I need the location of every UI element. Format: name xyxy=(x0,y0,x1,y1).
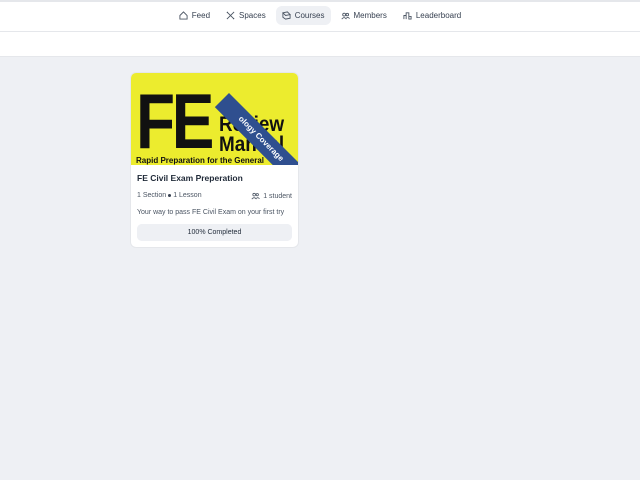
course-title[interactable]: FE Civil Exam Preperation xyxy=(137,173,292,183)
separator-dot xyxy=(168,193,172,197)
course-meta: 1 Section 1 Lesson 1 student xyxy=(137,192,292,200)
nav-label-feed: Feed xyxy=(191,11,211,20)
nav-label-courses: Courses xyxy=(294,11,325,20)
nav-item-feed[interactable]: Feed xyxy=(173,6,216,25)
courses-icon xyxy=(281,11,291,20)
course-sections: 1 Section xyxy=(137,192,167,199)
course-students: 1 student xyxy=(251,192,292,200)
nav-item-spaces[interactable]: Spaces xyxy=(220,6,272,25)
home-icon xyxy=(179,11,188,20)
sub-header-bar xyxy=(0,32,640,57)
nav-label-leaderboard: Leaderboard xyxy=(415,11,462,20)
course-description: Your way to pass FE Civil Exam on your f… xyxy=(137,209,285,216)
course-structure: 1 Section 1 Lesson xyxy=(137,192,202,200)
nav-label-members: Members xyxy=(353,11,387,20)
nav-item-leaderboard[interactable]: Leaderboard xyxy=(397,6,467,25)
nav-item-members[interactable]: Members xyxy=(335,6,393,25)
cover-big-text: FE xyxy=(136,77,214,165)
course-card[interactable]: FE Review Manual Rapid Preparation for t… xyxy=(131,73,298,247)
course-progress-label: 100% Completed xyxy=(187,229,242,236)
members-icon xyxy=(340,12,350,20)
tools-icon xyxy=(226,11,235,20)
course-progress-bar: 100% Completed xyxy=(137,224,292,241)
nav-item-courses[interactable]: Courses xyxy=(275,6,331,25)
course-card-body: FE Civil Exam Preperation 1 Section 1 Les… xyxy=(131,165,298,241)
leaderboard-icon xyxy=(403,12,412,20)
top-divider xyxy=(0,0,640,2)
nav-label-spaces: Spaces xyxy=(239,11,266,20)
course-cover-image: FE Review Manual Rapid Preparation for t… xyxy=(131,73,298,165)
students-count: 1 student xyxy=(263,192,292,200)
top-navigation: Feed Spaces Courses Members Leaderboard xyxy=(0,0,640,32)
students-icon xyxy=(251,192,260,200)
course-lessons: 1 Lesson xyxy=(173,192,202,199)
cover-subtitle: Rapid Preparation for the General xyxy=(136,156,265,165)
